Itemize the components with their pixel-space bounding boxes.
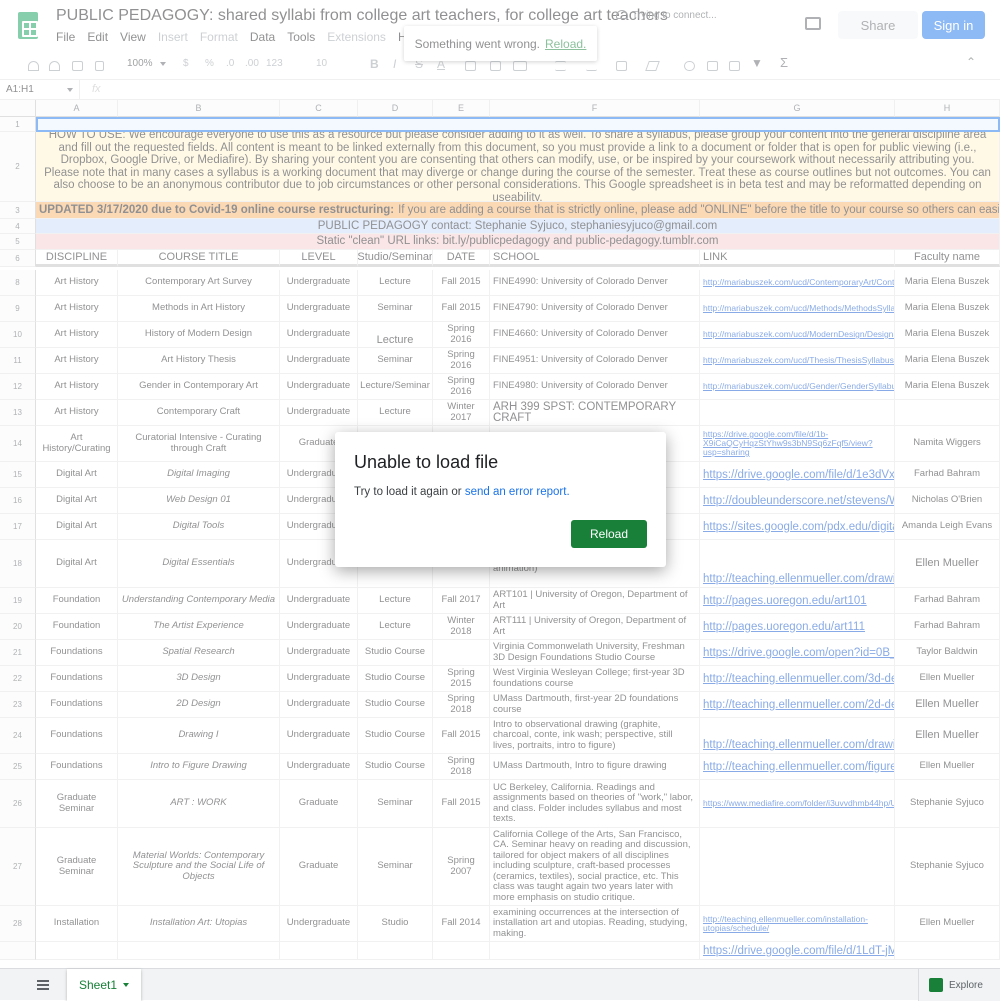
sheet-tab-sheet1[interactable]: Sheet1 bbox=[67, 969, 141, 1001]
explore-label: Explore bbox=[949, 979, 983, 991]
unable-to-load-dialog: Unable to load file Try to load it again… bbox=[335, 432, 666, 567]
sheet-tab-caret-icon[interactable] bbox=[123, 983, 129, 990]
sheet-tab-label: Sheet1 bbox=[79, 978, 118, 992]
explore-icon bbox=[929, 978, 943, 992]
all-sheets-icon[interactable] bbox=[37, 980, 49, 990]
sheet-tab-bar: Sheet1 Explore bbox=[0, 968, 1000, 1001]
reload-button[interactable]: Reload bbox=[571, 520, 647, 548]
dialog-body-text: Try to load it again or bbox=[354, 486, 462, 498]
dialog-title: Unable to load file bbox=[354, 452, 499, 472]
dialog-body: Try to load it again or send an error re… bbox=[354, 486, 570, 498]
explore-button[interactable]: Explore bbox=[918, 969, 1000, 1001]
send-error-report-link[interactable]: send an error report. bbox=[465, 486, 570, 498]
